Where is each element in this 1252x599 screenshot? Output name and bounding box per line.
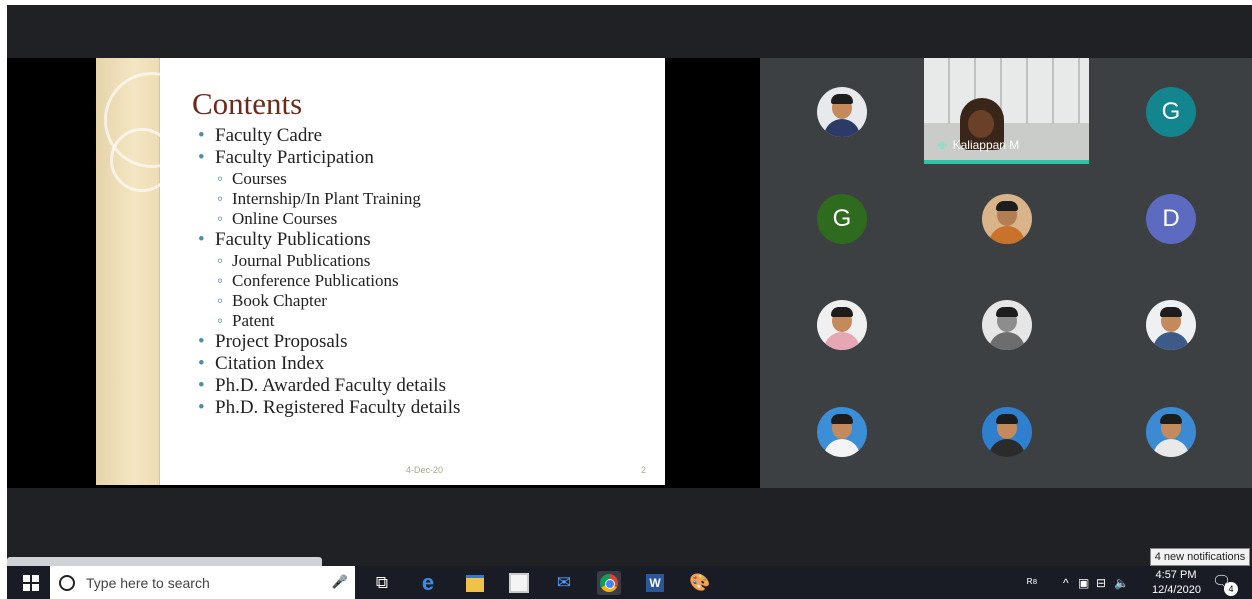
people-icon[interactable]: ᴿ⁸ (1027, 566, 1037, 599)
participant-avatar-g[interactable]: G (1146, 87, 1196, 137)
slide-sub-bullet: Journal Publications (198, 251, 460, 271)
active-speaker-indicator (924, 160, 1089, 164)
slide-bullet-list: Faculty CadreFaculty ParticipationCourse… (198, 125, 460, 419)
slide-bullet: Ph.D. Registered Faculty details (198, 397, 460, 419)
participant-avatar[interactable] (817, 407, 867, 457)
participant-avatar[interactable] (1146, 300, 1196, 350)
clock-time: 4:57 PM (1155, 569, 1197, 581)
mail-icon[interactable]: ✉ (552, 571, 576, 595)
volume-icon[interactable]: 🔈 (1114, 566, 1129, 599)
meeting-controls-edge (7, 557, 322, 566)
network-icon[interactable]: ⊟ (1096, 566, 1106, 599)
audio-level-icon: ▪▮▪ (937, 139, 948, 151)
slide-bullet: Project Proposals (198, 331, 460, 353)
chrome-icon[interactable] (597, 571, 621, 595)
slide-page-number: 2 (641, 465, 647, 475)
notifications-tooltip: 4 new notifications (1150, 548, 1250, 566)
video-background (924, 58, 1089, 123)
slide-title: Contents (192, 86, 303, 121)
cortana-icon (59, 574, 75, 591)
meeting-bottom-area (7, 488, 1252, 566)
participant-avatar[interactable] (817, 300, 867, 350)
notification-count-badge: 4 (1224, 582, 1238, 596)
slide-bullet: Faculty Cadre (198, 125, 460, 147)
participant-avatar-d[interactable]: D (1146, 194, 1196, 244)
participant-avatar[interactable] (817, 87, 867, 137)
participant-face (968, 110, 994, 138)
slide-bullet: Faculty Participation (198, 147, 460, 169)
system-clock[interactable]: 4:57 PM 12/4/2020 (1152, 566, 1201, 599)
slide-bullet: Ph.D. Awarded Faculty details (198, 375, 460, 397)
participant-avatar[interactable] (982, 300, 1032, 350)
meeting-top-bar (7, 5, 1252, 58)
word-icon[interactable]: W (643, 571, 667, 595)
slide-sub-bullet: Courses (198, 169, 460, 189)
show-hidden-icons-chevron[interactable]: ^ (1063, 566, 1069, 599)
slide-sub-bullet: Internship/In Plant Training (198, 189, 460, 209)
participant-avatar[interactable] (982, 194, 1032, 244)
task-view-icon[interactable]: ⧉ (370, 571, 394, 595)
presentation-slide: Contents Faculty CadreFaculty Participat… (96, 58, 665, 485)
edge-icon[interactable]: e (416, 570, 440, 595)
slide-sub-bullet: Online Courses (198, 209, 460, 229)
participant-name-label: ▪▮▪ Kaliappan M (937, 138, 1019, 152)
participant-avatar-g[interactable]: G (817, 194, 867, 244)
participant-avatar[interactable] (1146, 407, 1196, 457)
windows-logo-icon (22, 574, 39, 591)
file-explorer-icon[interactable] (463, 571, 487, 595)
paint-icon[interactable]: 🎨 (688, 571, 712, 595)
slide-sub-bullet: Patent (198, 311, 460, 331)
action-center-button[interactable]: 🗨 4 (1212, 572, 1238, 596)
app-tray-icon[interactable]: ▣ (1078, 566, 1089, 599)
start-button[interactable] (14, 566, 47, 599)
participant-name: Kaliappan M (952, 138, 1020, 152)
slide-bullet: Faculty Publications (198, 229, 460, 251)
search-placeholder: Type here to search (86, 574, 210, 591)
slide-decor-ring (110, 128, 174, 192)
windows-taskbar: Type here to search 🎤 ⧉ e ✉ W 🎨 ᴿ⁸ ^ ▣ ⊟… (7, 566, 1252, 599)
slide-sub-bullet: Book Chapter (198, 291, 460, 311)
participant-video-tile[interactable]: ▪▮▪ Kaliappan M (924, 58, 1089, 164)
slide-bullet: Citation Index (198, 353, 460, 375)
slide-footer-date: 4-Dec-20 (406, 465, 444, 475)
taskbar-search-box[interactable]: Type here to search 🎤 (50, 566, 355, 599)
slide-sub-bullet: Conference Publications (198, 271, 460, 291)
clock-date: 12/4/2020 (1152, 584, 1201, 596)
store-icon[interactable] (507, 571, 531, 595)
participant-avatar[interactable] (982, 407, 1032, 457)
microphone-icon[interactable]: 🎤 (332, 574, 348, 590)
